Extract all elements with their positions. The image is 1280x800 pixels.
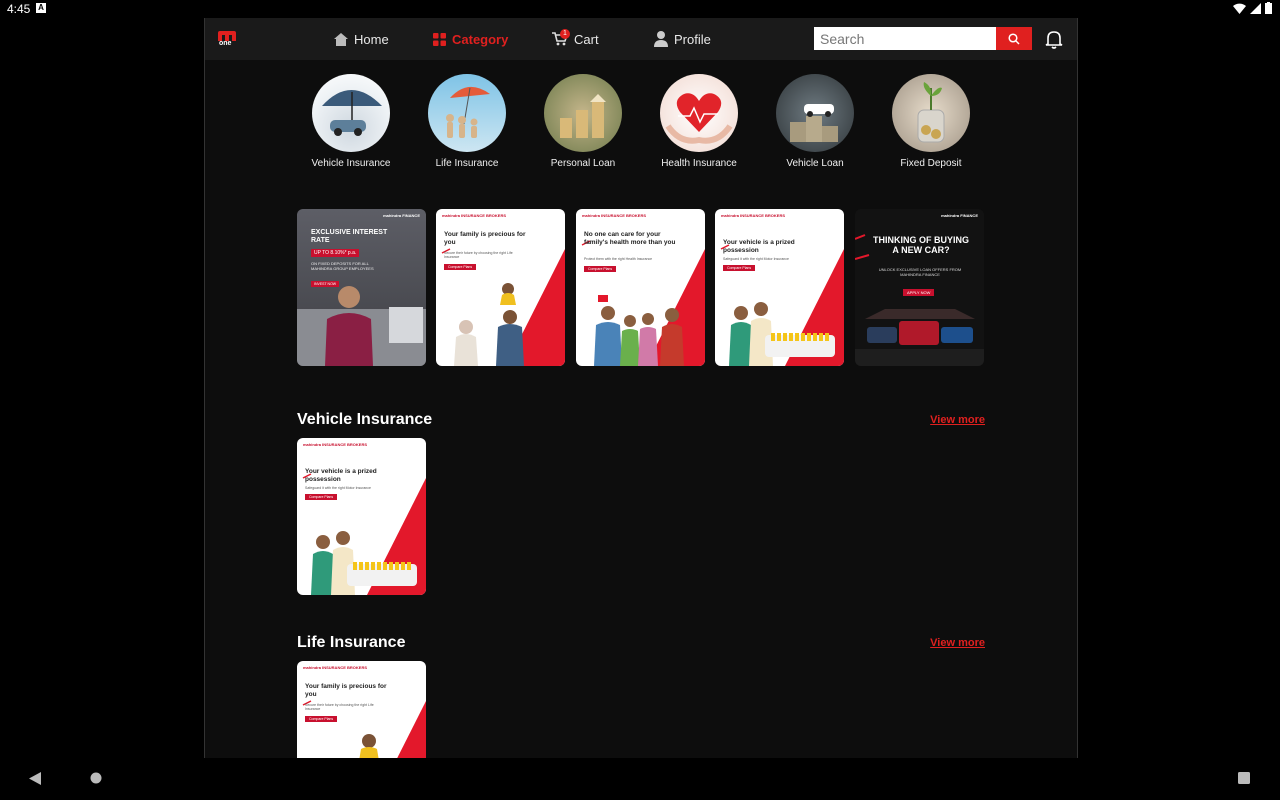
car-coins-icon [790, 104, 838, 142]
category-fixed-deposit[interactable]: Fixed Deposit [873, 74, 989, 169]
banner-family-image [454, 283, 524, 366]
search-icon [1008, 32, 1020, 45]
category-label: Vehicle Loan [786, 158, 844, 169]
fixed-deposit-image [892, 74, 970, 152]
cart-icon-wrap: 1 [552, 29, 570, 46]
card-child-image [359, 734, 379, 758]
banner-person-image [297, 286, 426, 366]
coins-house-icon [560, 94, 606, 138]
top-nav: one Home Category 1 Cart Profile [205, 18, 1077, 60]
status-indicators [1233, 2, 1272, 14]
nav-cart-label: Cart [574, 31, 599, 47]
banner-couple-car-image [729, 302, 835, 366]
vehicle-loan-image [776, 74, 854, 152]
signal-icon [1250, 2, 1261, 14]
search-button[interactable] [996, 27, 1032, 50]
category-label: Fixed Deposit [900, 158, 962, 169]
nav-cart[interactable]: 1 Cart [552, 29, 599, 48]
coin-jar-plant-icon [917, 82, 945, 143]
card-life-insurance[interactable]: mahindra INSURANCE BROKERS Your family i… [297, 661, 426, 758]
card-vehicle-insurance[interactable]: mahindra INSURANCE BROKERS Your vehicle … [297, 438, 426, 595]
nav-profile-label: Profile [674, 31, 711, 47]
banner-health-insurance[interactable]: mahindra INSURANCE BROKERS No one can ca… [576, 209, 705, 366]
banner-fixed-deposit-offer[interactable]: mahindra FINANCE EXCLUSIVE INTEREST RATE… [297, 209, 426, 366]
banner-vehicle-insurance[interactable]: mahindra INSURANCE BROKERS Your vehicle … [715, 209, 844, 366]
banner-headline: THINKING OF BUYING A NEW CAR? [873, 235, 969, 255]
mahindra-one-logo[interactable]: one [217, 31, 237, 48]
banner-car-loan[interactable]: mahindra FINANCE THINKING OF BUYING A NE… [855, 209, 984, 366]
banner-sub: UNLOCK EXCLUSIVE LOAN OFFERS FROM MAHIND… [878, 267, 962, 277]
banner-brand: mahindra FINANCE [941, 213, 978, 218]
notification-a-icon: A [36, 3, 46, 13]
card-couple-car-image [311, 531, 417, 595]
category-health-insurance[interactable]: Health Insurance [641, 74, 757, 169]
cart-count-badge: 1 [560, 29, 570, 39]
home-circle-icon[interactable] [90, 772, 102, 784]
category-label: Personal Loan [550, 158, 616, 169]
section-title-vehicle-insurance: Vehicle Insurance [297, 411, 433, 428]
category-label: Life Insurance [435, 158, 499, 169]
wifi-icon [1233, 3, 1246, 14]
nav-home-label: Home [354, 31, 389, 47]
vehicle-insurance-image [312, 74, 390, 152]
banner-cta[interactable]: APPLY NOW [903, 289, 935, 296]
health-insurance-image [660, 74, 738, 152]
umbrella-family-icon [446, 86, 490, 138]
banner-life-insurance[interactable]: mahindra INSURANCE BROKERS Your family i… [436, 209, 565, 366]
logo-text: one [219, 40, 232, 47]
nav-category[interactable]: Category [433, 30, 508, 48]
heart-hands-icon [665, 93, 733, 144]
section-title-life-insurance: Life Insurance [297, 634, 406, 651]
personal-loan-image [544, 74, 622, 152]
view-more-life-insurance[interactable]: View more [930, 637, 985, 649]
status-bar: 4:45 A [0, 0, 1280, 18]
back-icon[interactable] [29, 772, 41, 785]
app-window: one Home Category 1 Cart Profile Search … [204, 18, 1078, 758]
category-life-insurance[interactable]: Life Insurance [409, 74, 525, 169]
nav-category-label: Category [452, 31, 509, 47]
bell-icon [1045, 31, 1063, 49]
category-vehicle-loan[interactable]: Vehicle Loan [757, 74, 873, 169]
person-icon [654, 31, 668, 47]
life-insurance-image [428, 74, 506, 152]
home-icon [334, 32, 348, 46]
battery-icon [1265, 2, 1272, 14]
notifications-button[interactable] [1044, 29, 1064, 49]
status-time: 4:45 [7, 2, 31, 16]
grid-icon [433, 32, 446, 46]
nav-home[interactable]: Home [334, 30, 389, 48]
category-vehicle-insurance[interactable]: Vehicle Insurance [293, 74, 409, 169]
system-nav-bar [0, 758, 1280, 800]
category-label: Health Insurance [661, 158, 737, 169]
category-label: Vehicle Insurance [311, 158, 391, 169]
banner-car-showroom-image [855, 209, 984, 366]
recents-icon[interactable] [1238, 772, 1250, 784]
nav-profile[interactable]: Profile [654, 30, 711, 48]
category-personal-loan[interactable]: Personal Loan [525, 74, 641, 169]
umbrella-car-icon [322, 90, 382, 136]
banner-family-image [594, 295, 684, 366]
view-more-vehicle-insurance[interactable]: View more [930, 414, 985, 426]
search-input[interactable] [814, 27, 996, 50]
